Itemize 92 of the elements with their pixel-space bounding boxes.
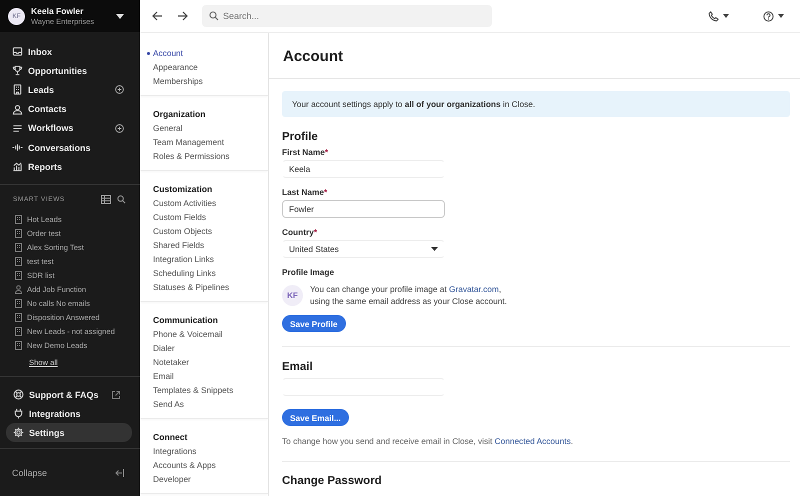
settings-section-heading: Connect (153, 430, 188, 444)
settings-nav-item[interactable]: Shared Fields (146, 238, 268, 252)
search-icon[interactable] (117, 195, 126, 204)
settings-nav-item[interactable]: Phone & Voicemail (146, 327, 268, 341)
save-profile-button[interactable]: Save Profile (282, 315, 346, 332)
collapse-icon[interactable] (115, 468, 124, 477)
settings-nav-item[interactable]: Templates & Snippets (146, 383, 268, 397)
building-icon (15, 326, 22, 336)
gear-icon (13, 427, 24, 438)
settings-nav-item[interactable]: Custom Activities (146, 196, 268, 210)
user-name: Keela Fowler (31, 6, 84, 17)
settings-nav-item[interactable]: Scheduling Links (146, 266, 268, 280)
settings-nav-item[interactable]: Custom Fields (146, 210, 268, 224)
nav-item[interactable]: Leads (0, 84, 115, 96)
settings-nav-item[interactable]: Notetaker (146, 355, 268, 369)
person-icon (12, 104, 23, 115)
gravatar-link[interactable]: Gravatar.com (449, 284, 499, 294)
building-icon (15, 312, 22, 322)
chart-icon (12, 161, 23, 172)
search-icon (209, 11, 219, 21)
save-email-button[interactable]: Save Email... (282, 409, 349, 426)
settings-nav-item[interactable]: Developer (146, 472, 268, 486)
settings-nav-item[interactable]: Appearance (146, 60, 268, 74)
settings-nav-item[interactable]: Team Management (146, 135, 268, 149)
caret-icon (778, 14, 784, 18)
settings-nav-item[interactable]: Roles & Permissions (146, 149, 268, 163)
nav-item[interactable]: Integrations (6, 404, 132, 424)
nav-item[interactable]: Opportunities (0, 65, 124, 76)
building-icon (15, 228, 22, 238)
help-icon (763, 10, 774, 22)
nav-item[interactable]: Contacts (0, 104, 124, 115)
input-field[interactable]: Keela (282, 160, 445, 178)
nav-item[interactable]: Settings (6, 423, 132, 442)
search-field[interactable]: Search... (202, 5, 492, 27)
lifebuoy-icon (13, 389, 24, 400)
info-banner: Your account settings apply to all of your organizations in Close. (282, 91, 790, 117)
settings-nav-item[interactable]: Dialer (146, 341, 268, 355)
building-icon (15, 214, 22, 224)
nav-item[interactable]: Support & FAQs (6, 385, 132, 404)
person-icon (15, 284, 22, 294)
section-heading: Profile (282, 131, 318, 143)
section-heading: Email (282, 361, 313, 374)
settings-nav-item[interactable]: Send As (146, 397, 268, 411)
add-icon[interactable] (115, 124, 124, 133)
inbox-icon (12, 46, 23, 58)
nav-item[interactable]: Inbox (0, 46, 124, 58)
settings-nav-item[interactable]: Accounts & Apps (146, 458, 268, 472)
collapse-button[interactable]: Collapse (12, 468, 48, 478)
add-icon[interactable] (115, 85, 124, 94)
field-label: Last Name* (282, 187, 328, 197)
waveform-icon (12, 142, 23, 154)
settings-nav-item[interactable]: Integration Links (146, 252, 268, 266)
settings-nav-item[interactable]: Integrations (146, 444, 268, 458)
section-heading: Change Password (282, 475, 382, 488)
settings-nav-item[interactable]: Statuses & Pipelines (146, 280, 268, 294)
caret-icon (431, 247, 438, 251)
plug-icon (13, 408, 24, 420)
nav-item[interactable]: Conversations (0, 142, 124, 154)
field-label: Country* (282, 227, 318, 237)
building-icon (15, 256, 22, 266)
settings-section-heading: Communication (153, 314, 219, 326)
nav-item[interactable]: Workflows (0, 122, 115, 134)
caret-icon (723, 14, 729, 18)
field-label: Profile Image (282, 267, 334, 277)
profile-avatar: KF (282, 284, 303, 306)
settings-nav-item[interactable]: Memberships (146, 74, 268, 88)
input-field[interactable]: Fowler (282, 200, 445, 218)
settings-nav-item[interactable]: Account (146, 46, 268, 60)
country-select[interactable]: United States (282, 240, 445, 258)
email-hint: To change how you send and receive email in Close, visit Connected Accounts. (282, 435, 574, 448)
settings-nav-item[interactable]: Email (146, 369, 268, 383)
caret-icon (116, 14, 124, 18)
settings-nav-item[interactable]: General (146, 121, 268, 135)
connected-accounts-link[interactable]: Connected Accounts (494, 436, 571, 446)
back-icon[interactable] (152, 11, 163, 21)
settings-section-heading: Customization (153, 182, 214, 196)
list-icon (12, 122, 23, 134)
building-icon (15, 242, 22, 252)
settings-nav-item[interactable]: Custom Objects (146, 224, 268, 238)
settings-section-heading: Organization (153, 108, 207, 121)
table-icon[interactable] (101, 195, 111, 204)
field-label: First Name* (282, 147, 330, 157)
building-icon (15, 298, 22, 308)
profile-image-hint: You can change your profile image at Gravatar.com, using the same email address as your Close account. (310, 283, 507, 308)
phone-icon (708, 10, 719, 22)
page-title: Account (269, 33, 800, 79)
building-icon (15, 270, 22, 280)
trophy-icon (12, 65, 23, 76)
building-icon (15, 340, 22, 350)
nav-item[interactable]: Reports (0, 161, 124, 172)
forward-icon[interactable] (177, 11, 188, 21)
building-icon (12, 84, 23, 96)
